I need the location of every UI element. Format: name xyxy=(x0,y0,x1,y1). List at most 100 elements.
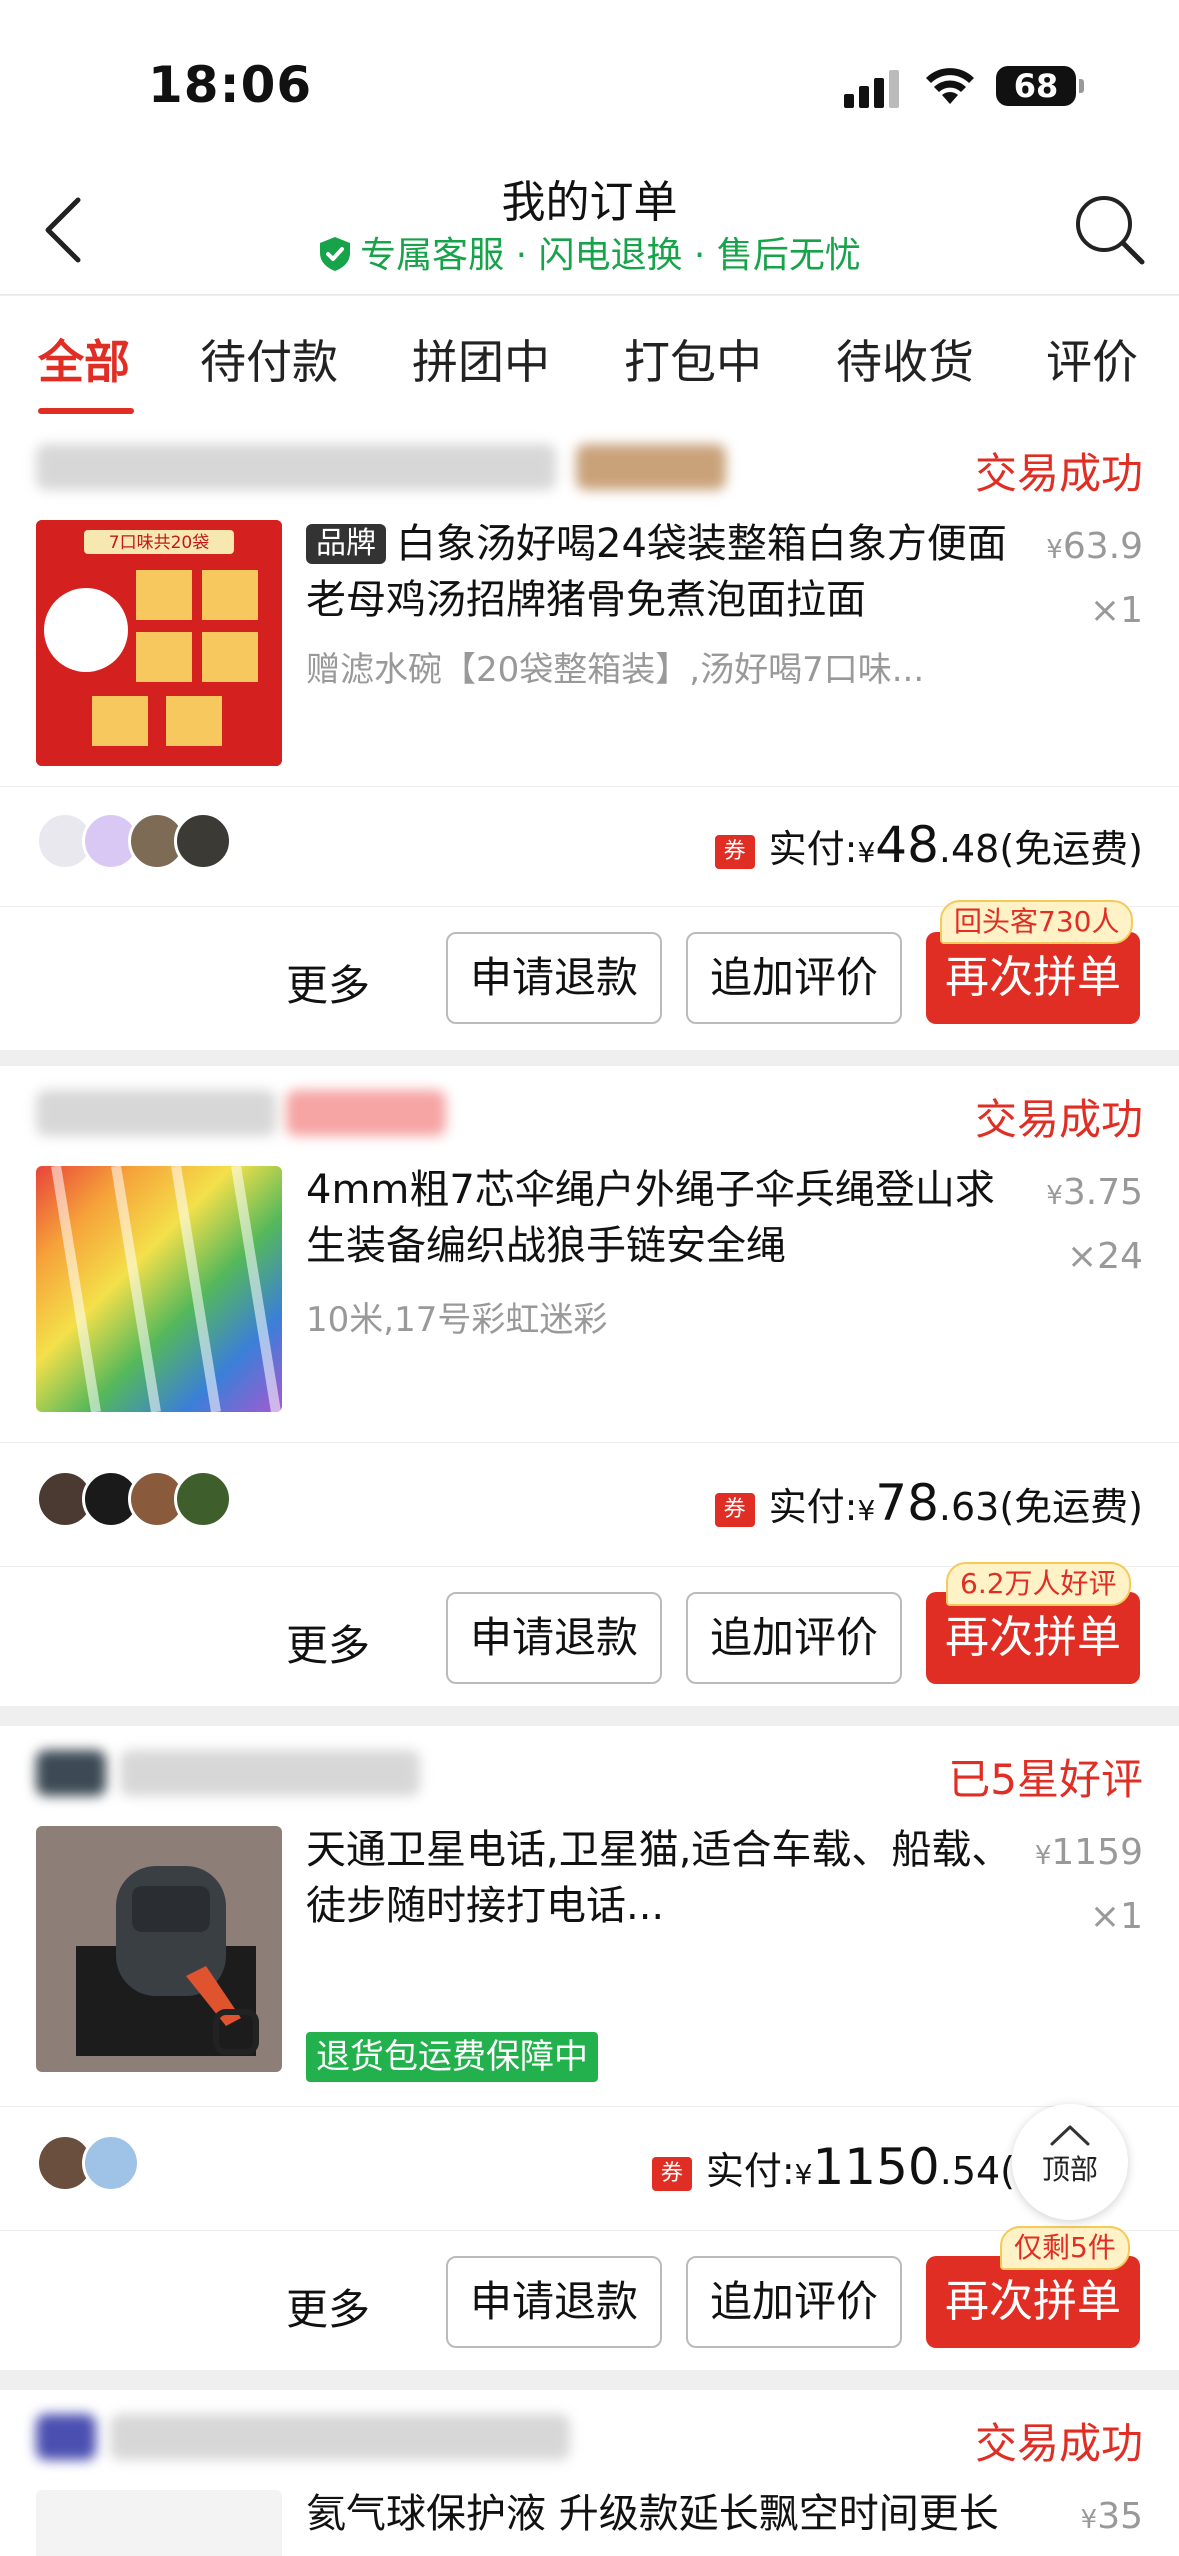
order-tabs: 全部 待付款 拼团中 打包中 待收货 评价 xyxy=(0,296,1179,420)
paid-integer: 48 xyxy=(875,816,939,874)
paid-currency: ¥ xyxy=(794,2158,813,2191)
reorder-button[interactable]: 再次拼单 xyxy=(926,932,1140,1024)
unit-price-currency: ¥ xyxy=(1034,1841,1052,1871)
quantity: ×1 xyxy=(1089,1896,1143,1937)
brand-badge: 品牌 xyxy=(306,524,386,564)
unit-price: ¥1159 xyxy=(1035,1832,1143,1873)
tab-pending-payment[interactable]: 待付款 xyxy=(200,326,338,392)
order-card[interactable]: 交易成功 氦气球保护液 升级款延长飘空时间更长 ¥35 xyxy=(0,2390,1179,2556)
coupon-icon: 券 xyxy=(651,2157,692,2191)
active-tab-indicator xyxy=(38,408,134,414)
paid-label: 实付: xyxy=(768,1485,858,1529)
divider xyxy=(0,786,1179,787)
thumb-label: 7口味共20袋 xyxy=(109,533,209,553)
unit-price: ¥35 xyxy=(1081,2496,1143,2537)
product-image[interactable] xyxy=(36,2490,282,2556)
paid-integer: 1150 xyxy=(812,2138,940,2196)
reorder-bubble: 6.2万人好评 xyxy=(946,1562,1131,1606)
product-title[interactable]: 氦气球保护液 升级款延长飘空时间更长 xyxy=(306,2486,1016,2542)
order-status: 交易成功 xyxy=(974,2419,1143,2468)
paid-decimal: .54 xyxy=(939,2149,1001,2193)
status-time: 18:06 xyxy=(148,56,313,114)
paid-label: 实付: xyxy=(768,827,858,871)
status-bar: 18:06 68 xyxy=(0,0,1179,150)
tab-group-buying[interactable]: 拼团中 xyxy=(412,326,550,392)
product-image[interactable]: 7口味共20袋 xyxy=(36,520,282,766)
chevron-up-icon xyxy=(1050,2125,1090,2146)
quantity: ×24 xyxy=(1067,1236,1143,1277)
paid-amount: 券实付:¥78.63(免运费) xyxy=(714,1474,1143,1532)
store-name-blurred[interactable] xyxy=(36,2406,736,2462)
tab-review[interactable]: 评价 xyxy=(1046,326,1138,392)
add-review-button[interactable]: 追加评价 xyxy=(686,2256,902,2348)
shield-check-icon xyxy=(320,237,351,271)
divider xyxy=(0,2106,1179,2107)
paid-currency: ¥ xyxy=(857,1494,876,1527)
paid-currency: ¥ xyxy=(857,836,876,869)
order-card[interactable]: 交易成功 7口味共20袋 品牌 白象汤好喝24袋装整箱白象方便面老母鸡汤招牌猪骨免… xyxy=(0,420,1179,1050)
refund-button[interactable]: 申请退款 xyxy=(446,2256,662,2348)
product-title[interactable]: 品牌 白象汤好喝24袋装整箱白象方便面老母鸡汤招牌猪骨免煮泡面拉面 xyxy=(306,516,1016,628)
return-shipping-insurance-tag: 退货包运费保障中 xyxy=(306,2032,598,2082)
wifi-icon xyxy=(926,68,974,104)
unit-price-value: 1159 xyxy=(1051,1832,1143,1873)
product-spec: 赠滤水碗【20袋整箱装】,汤好喝7口味... xyxy=(306,650,925,690)
quantity: ×1 xyxy=(1089,590,1143,631)
reorder-bubble: 仅剩5件 xyxy=(1000,2226,1130,2270)
shipping-note: (免运费) xyxy=(999,1485,1143,1529)
store-name-blurred[interactable] xyxy=(36,1742,736,1798)
product-image[interactable] xyxy=(36,1826,282,2072)
battery-icon: 68 xyxy=(996,66,1084,106)
product-title[interactable]: 4mm粗7芯伞绳户外绳子伞兵绳登山求生装备编织战狼手链安全绳 xyxy=(306,1162,1016,1274)
unit-price-value: 3.75 xyxy=(1062,1172,1143,1213)
avatar xyxy=(174,1470,232,1528)
paid-amount: 券实付:¥1150.54( xyxy=(651,2138,1015,2196)
order-status: 交易成功 xyxy=(974,1095,1143,1144)
page-title: 我的订单 xyxy=(501,177,678,228)
back-to-top-button[interactable]: 顶部 xyxy=(1012,2104,1128,2220)
divider xyxy=(0,1442,1179,1443)
search-icon[interactable] xyxy=(1070,190,1150,270)
store-name-blurred[interactable] xyxy=(36,436,736,492)
unit-price-currency: ¥ xyxy=(1046,1181,1063,1211)
tab-all[interactable]: 全部 xyxy=(38,326,130,392)
store-name-blurred[interactable] xyxy=(36,1082,736,1138)
coupon-icon: 券 xyxy=(714,1493,755,1527)
page-header: 我的订单 专属客服 · 闪电退换 · 售后无忧 xyxy=(0,150,1179,295)
product-image[interactable] xyxy=(36,1166,282,1412)
avatar xyxy=(82,2134,140,2192)
unit-price-currency: ¥ xyxy=(1046,535,1063,565)
coupon-icon: 券 xyxy=(714,835,755,869)
product-spec: 10米,17号彩虹迷彩 xyxy=(306,1300,608,1340)
more-button[interactable]: 更多 xyxy=(286,952,370,1013)
unit-price-value: 63.9 xyxy=(1062,526,1143,567)
unit-price-value: 35 xyxy=(1097,2496,1143,2537)
unit-price-currency: ¥ xyxy=(1080,2505,1098,2535)
avatar xyxy=(174,812,232,870)
paid-decimal: .63 xyxy=(938,1485,1000,1529)
add-review-button[interactable]: 追加评价 xyxy=(686,932,902,1024)
paid-amount: 券实付:¥48.48(免运费) xyxy=(714,816,1143,874)
back-to-top-label: 顶部 xyxy=(1041,2153,1098,2186)
more-button[interactable]: 更多 xyxy=(286,1612,370,1673)
divider xyxy=(0,2230,1179,2231)
product-title[interactable]: 天通卫星电话,卫星猫,适合车载、船载、徒步随时接打电话... xyxy=(306,1822,1016,1934)
paid-integer: 78 xyxy=(875,1474,939,1532)
add-review-button[interactable]: 追加评价 xyxy=(686,1592,902,1684)
refund-button[interactable]: 申请退款 xyxy=(446,932,662,1024)
service-guarantee: 专属客服 · 闪电退换 · 售后无忧 xyxy=(0,226,1179,278)
refund-button[interactable]: 申请退款 xyxy=(446,1592,662,1684)
service-guarantee-text: 专属客服 · 闪电退换 · 售后无忧 xyxy=(360,235,861,276)
order-status: 已5星好评 xyxy=(948,1755,1143,1804)
unit-price: ¥3.75 xyxy=(1046,1172,1143,1213)
more-button[interactable]: 更多 xyxy=(286,2276,370,2337)
tab-packing[interactable]: 打包中 xyxy=(624,326,762,392)
paid-label: 实付: xyxy=(705,2149,795,2193)
unit-price: ¥63.9 xyxy=(1046,526,1143,567)
tab-pending-receipt[interactable]: 待收货 xyxy=(836,326,974,392)
cellular-signal-icon xyxy=(844,70,899,108)
paid-decimal: .48 xyxy=(938,827,1000,871)
order-card[interactable]: 交易成功 4mm粗7芯伞绳户外绳子伞兵绳登山求生装备编织战狼手链安全绳 10米,… xyxy=(0,1066,1179,1706)
order-card[interactable]: 已5星好评 天通卫星电话,卫星猫,适合车载、船载、徒步随时接打电话... 退货包… xyxy=(0,1726,1179,2370)
shipping-note: (免运费) xyxy=(999,827,1143,871)
